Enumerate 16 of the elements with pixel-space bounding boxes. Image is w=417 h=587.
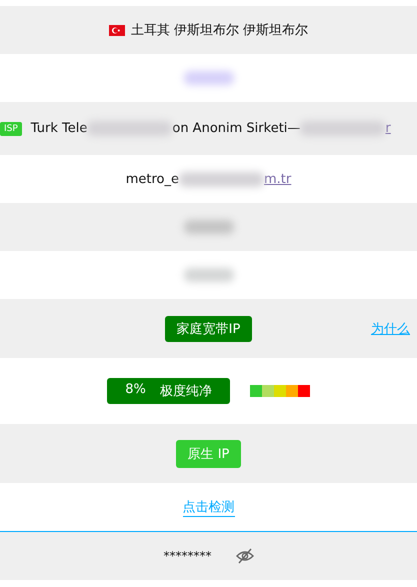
isp-badge: ISP <box>0 122 22 136</box>
score-percent: 8% <box>125 382 146 399</box>
domain-link[interactable]: m.tr <box>264 172 292 186</box>
ip-type-badge: 家庭宽带IP <box>164 316 252 342</box>
native-ip-badge: 原生 IP <box>176 440 242 468</box>
info-text: Turk Tele <box>30 121 88 136</box>
why-link[interactable]: 为什么 <box>371 320 410 338</box>
turkey-flag-icon <box>108 24 125 36</box>
info-text: on Anonim Sirketi— <box>172 121 300 136</box>
domain-link[interactable]: r <box>385 121 391 136</box>
score-label: 极度纯净 <box>160 383 212 400</box>
check-link[interactable]: 点击检测 <box>182 498 234 516</box>
info-text: metro_e <box>126 172 180 186</box>
location-text: 土耳其 伊斯坦布尔 伊斯坦布尔 <box>130 22 308 39</box>
masked-value: ******** <box>164 549 212 563</box>
eye-off-icon[interactable] <box>236 548 254 564</box>
